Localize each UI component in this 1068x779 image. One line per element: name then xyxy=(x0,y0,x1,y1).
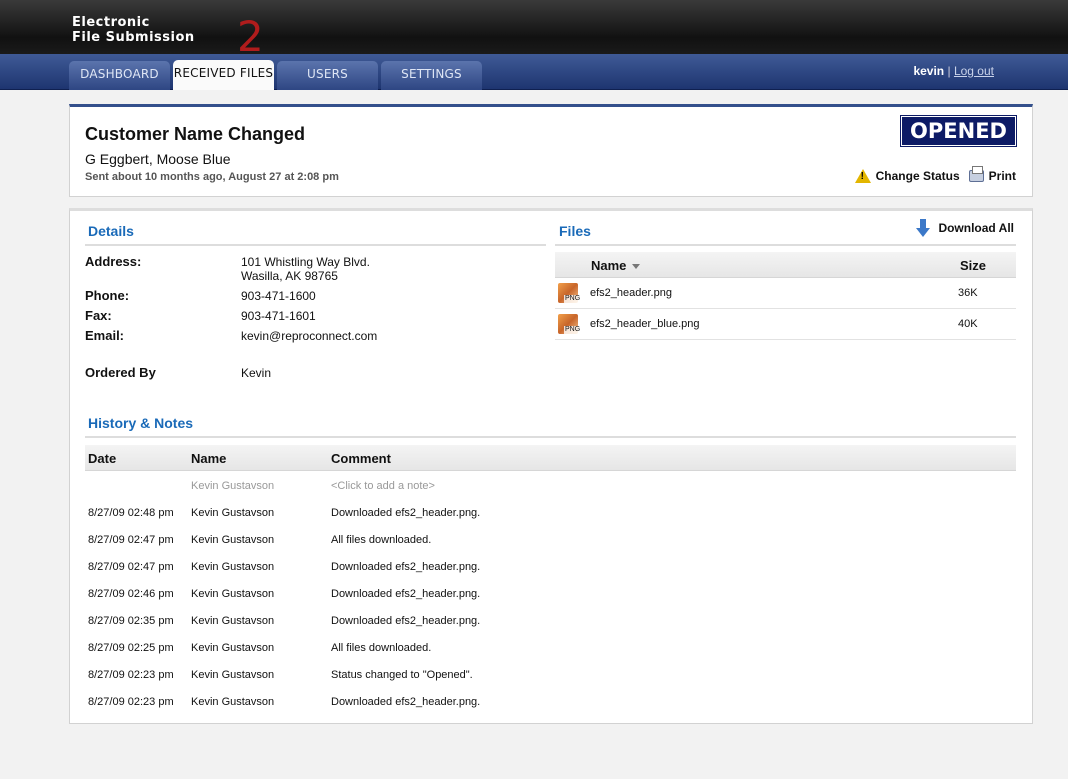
request-summary: Customer Name Changed G Eggbert, Moose B… xyxy=(69,104,1033,197)
history-date: 8/27/09 02:23 pm xyxy=(88,669,174,681)
history-name: Kevin Gustavson xyxy=(191,615,275,627)
download-all-button[interactable]: Download All xyxy=(916,219,1014,237)
email-value[interactable]: kevin@reproconnect.com xyxy=(241,329,377,343)
logo-mark: 2 xyxy=(237,12,265,61)
history-name: Kevin Gustavson xyxy=(191,696,275,708)
history-col-name: Name xyxy=(191,451,227,466)
address-label: Address: xyxy=(85,254,142,269)
history-comment: Downloaded efs2_header.png. xyxy=(331,615,481,627)
file-name[interactable]: efs2_header.png xyxy=(590,287,672,299)
history-comment: Downloaded efs2_header.png. xyxy=(331,507,481,519)
change-status-link[interactable]: Change Status xyxy=(876,169,960,183)
tab-settings[interactable]: SETTINGS xyxy=(381,61,482,90)
download-all-label: Download All xyxy=(938,221,1014,235)
file-size: 36K xyxy=(958,287,978,299)
phone-label: Phone: xyxy=(85,288,130,303)
history-col-date: Date xyxy=(88,451,117,466)
user-separator: | xyxy=(947,64,951,78)
username: kevin xyxy=(913,64,945,78)
top-header: Electronic File Submission 2 xyxy=(0,0,1068,58)
warning-icon xyxy=(854,169,871,183)
request-actions: Change Status Print xyxy=(854,166,1016,183)
add-note-author: Kevin Gustavson xyxy=(191,480,275,492)
add-note-row[interactable]: Kevin Gustavson <Click to add a note> xyxy=(85,472,1016,499)
history-name: Kevin Gustavson xyxy=(191,561,275,573)
address-line-2: Wasilla, AK 98765 xyxy=(241,269,338,283)
address-line-1: 101 Whistling Way Blvd. xyxy=(241,255,370,269)
file-size: 40K xyxy=(958,318,978,330)
main-nav: DASHBOARD RECEIVED FILES USERS SETTINGS xyxy=(0,54,1068,90)
files-col-size[interactable]: Size xyxy=(960,258,986,273)
history-table-header: Date Name Comment xyxy=(85,445,1016,471)
history-comment: All files downloaded. xyxy=(331,642,432,654)
history-date: 8/27/09 02:47 pm xyxy=(88,534,174,546)
ordered-by-value: Kevin xyxy=(241,366,272,380)
phone-value: 903-471-1600 xyxy=(241,289,316,303)
history-name: Kevin Gustavson xyxy=(191,669,275,681)
print-link[interactable]: Print xyxy=(989,169,1016,183)
history-date: 8/27/09 02:25 pm xyxy=(88,642,174,654)
app-logo[interactable]: Electronic File Submission 2 xyxy=(72,15,264,58)
history-name: Kevin Gustavson xyxy=(191,588,275,600)
details-heading: Details xyxy=(88,223,134,239)
history-name: Kevin Gustavson xyxy=(191,534,275,546)
history-comment: All files downloaded. xyxy=(331,534,432,546)
history-date: 8/27/09 02:23 pm xyxy=(88,696,174,708)
png-file-icon xyxy=(558,283,582,303)
logo-line-2: File Submission xyxy=(72,30,195,45)
history-comment: Downloaded efs2_header.png. xyxy=(331,588,481,600)
ordered-by-label: Ordered By xyxy=(85,365,156,380)
sent-timestamp: Sent about 10 months ago, August 27 at 2… xyxy=(85,171,339,183)
logo-line-1: Electronic xyxy=(72,15,150,30)
history-comment: Status changed to "Opened". xyxy=(331,669,473,681)
files-col-name-label: Name xyxy=(591,258,627,273)
page-title: Customer Name Changed xyxy=(85,124,306,144)
history-row: 8/27/09 02:47 pm Kevin Gustavson Downloa… xyxy=(85,553,1016,580)
history-heading: History & Notes xyxy=(88,415,194,431)
history-date: 8/27/09 02:47 pm xyxy=(88,561,174,573)
download-arrow-icon xyxy=(916,219,931,237)
request-body: Details Address: 101 Whistling Way Blvd.… xyxy=(69,208,1033,724)
history-row: 8/27/09 02:46 pm Kevin Gustavson Downloa… xyxy=(85,580,1016,607)
history-date: 8/27/09 02:48 pm xyxy=(88,507,174,519)
history-name: Kevin Gustavson xyxy=(191,507,275,519)
details-divider xyxy=(85,244,546,246)
file-row[interactable]: efs2_header.png 36K xyxy=(555,278,1016,309)
logout-link[interactable]: Log out xyxy=(954,64,994,78)
history-date: 8/27/09 02:46 pm xyxy=(88,588,174,600)
history-row: 8/27/09 02:47 pm Kevin Gustavson All fil… xyxy=(85,526,1016,553)
email-label: Email: xyxy=(85,328,125,343)
status-badge: OPENED xyxy=(900,115,1017,147)
history-comment: Downloaded efs2_header.png. xyxy=(331,696,481,708)
tab-received-files[interactable]: RECEIVED FILES xyxy=(173,60,274,90)
png-file-icon xyxy=(558,314,582,334)
history-comment: Downloaded efs2_header.png. xyxy=(331,561,481,573)
user-menu: kevin | Log out xyxy=(913,64,994,78)
fax-label: Fax: xyxy=(85,308,112,323)
history-row: 8/27/09 02:48 pm Kevin Gustavson Downloa… xyxy=(85,499,1016,526)
history-row: 8/27/09 02:35 pm Kevin Gustavson Downloa… xyxy=(85,607,1016,634)
tab-users[interactable]: USERS xyxy=(277,61,378,90)
printer-icon xyxy=(968,166,984,182)
history-row: 8/27/09 02:25 pm Kevin Gustavson All fil… xyxy=(85,634,1016,661)
fax-value: 903-471-1601 xyxy=(241,309,316,323)
history-row: 8/27/09 02:23 pm Kevin Gustavson Status … xyxy=(85,661,1016,688)
files-heading: Files xyxy=(559,223,591,239)
history-name: Kevin Gustavson xyxy=(191,642,275,654)
history-divider xyxy=(85,436,1016,438)
files-table-header: Name Size xyxy=(555,252,1016,278)
file-name[interactable]: efs2_header_blue.png xyxy=(590,318,699,330)
history-date: 8/27/09 02:35 pm xyxy=(88,615,174,627)
files-col-name[interactable]: Name xyxy=(591,258,641,273)
file-row[interactable]: efs2_header_blue.png 40K xyxy=(555,309,1016,340)
tab-dashboard[interactable]: DASHBOARD xyxy=(69,61,170,90)
history-row: 8/27/09 02:23 pm Kevin Gustavson Downloa… xyxy=(85,688,1016,715)
sort-down-icon xyxy=(632,264,641,270)
add-note-input[interactable]: <Click to add a note> xyxy=(331,480,435,492)
customer-name: G Eggbert, Moose Blue xyxy=(85,151,231,167)
files-divider xyxy=(555,244,1016,246)
history-col-comment: Comment xyxy=(331,451,391,466)
